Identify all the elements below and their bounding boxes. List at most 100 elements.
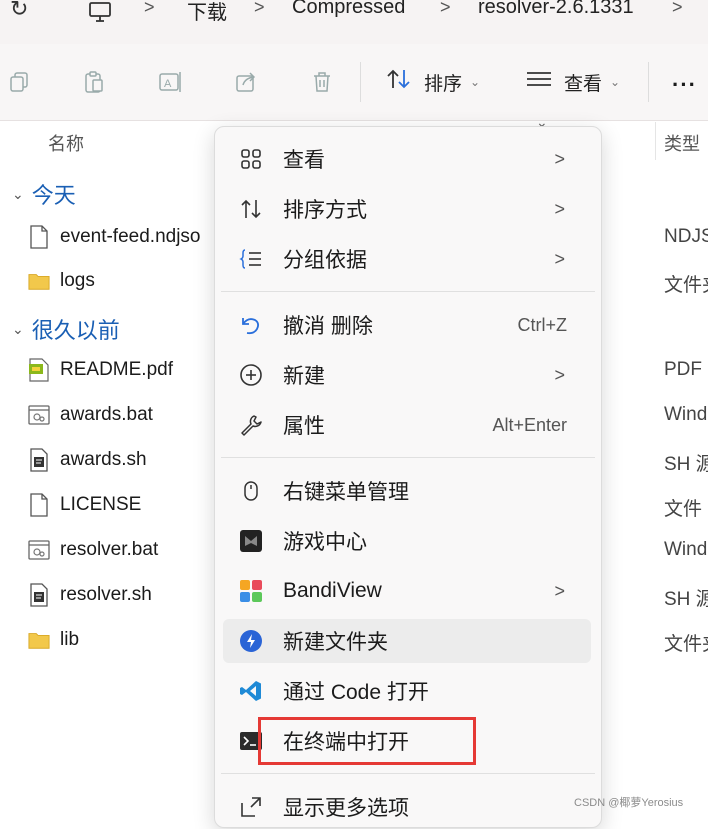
group-header-today[interactable]: ⌄ 今天 bbox=[12, 178, 76, 210]
mouse-icon bbox=[237, 477, 265, 505]
toolbar-divider bbox=[360, 62, 361, 102]
menu-item-label: 右键菜单管理 bbox=[283, 481, 409, 504]
menu-item-properties[interactable]: 属性 Alt+Enter bbox=[223, 403, 591, 447]
menu-item-label: BandiView bbox=[283, 579, 382, 602]
view-label: 查看 bbox=[564, 73, 603, 95]
menu-item-new-folder[interactable]: 新建文件夹 bbox=[223, 619, 591, 663]
menu-separator bbox=[221, 773, 595, 774]
file-name: awards.bat bbox=[60, 404, 153, 425]
pdf-icon bbox=[28, 358, 50, 382]
file-icon bbox=[28, 493, 50, 517]
wrench-icon bbox=[237, 411, 265, 439]
watermark: CSDN @椰萝Yerosius bbox=[574, 797, 684, 809]
menu-item-game-center[interactable]: 游戏中心 bbox=[223, 519, 591, 563]
copy-icon[interactable] bbox=[8, 70, 32, 94]
list-view-icon bbox=[526, 69, 552, 95]
menu-item-label: 新建 bbox=[283, 365, 325, 388]
chevron-right-icon: > bbox=[554, 364, 565, 385]
folder-icon bbox=[28, 628, 50, 652]
menu-item-label: 分组依据 bbox=[283, 249, 367, 272]
paste-icon[interactable] bbox=[82, 70, 106, 94]
highlight-box bbox=[258, 717, 476, 765]
file-row[interactable]: logs bbox=[28, 268, 95, 294]
file-name: event-feed.ndjso bbox=[60, 226, 201, 247]
file-name: logs bbox=[60, 270, 95, 291]
chevron-down-icon: ⌄ bbox=[610, 75, 621, 89]
group-header-long-ago[interactable]: ⌄ 很久以前 bbox=[12, 313, 120, 345]
chevron-right-icon: > bbox=[554, 248, 565, 269]
bandiview-icon bbox=[237, 577, 265, 605]
column-header-type[interactable]: 类型 bbox=[664, 130, 700, 156]
bat-icon bbox=[28, 403, 50, 427]
svg-text:A: A bbox=[164, 78, 172, 90]
delete-icon[interactable] bbox=[310, 70, 334, 94]
chevron-right-icon: > bbox=[554, 198, 565, 219]
menu-item-label: 通过 Code 打开 bbox=[283, 681, 429, 704]
column-divider[interactable] bbox=[655, 122, 656, 160]
chevron-down-icon: ⌄ bbox=[12, 185, 24, 202]
breadcrumb-resolver[interactable]: resolver-2.6.1331 bbox=[478, 0, 634, 19]
file-row[interactable]: resolver.sh bbox=[28, 582, 152, 608]
file-name: lib bbox=[60, 629, 80, 650]
menu-item-label: 排序方式 bbox=[283, 199, 367, 222]
breadcrumb-separator[interactable]: > bbox=[144, 0, 155, 18]
bat-icon bbox=[28, 538, 50, 562]
chevron-down-icon: ⌄ bbox=[12, 320, 24, 337]
breadcrumb-separator[interactable]: > bbox=[672, 0, 683, 18]
menu-item-sort-by[interactable]: 排序方式 > bbox=[223, 187, 591, 231]
file-name: resolver.bat bbox=[60, 539, 159, 560]
menu-item-label: 属性 bbox=[283, 415, 325, 438]
address-bar: ↻ > 下载 > Compressed > resolver-2.6.1331 … bbox=[0, 0, 708, 44]
file-type: SH 源 bbox=[664, 454, 708, 475]
breadcrumb-separator[interactable]: > bbox=[254, 0, 265, 18]
file-name: README.pdf bbox=[60, 359, 173, 380]
share-icon[interactable] bbox=[234, 70, 258, 94]
this-pc-icon[interactable] bbox=[88, 2, 112, 30]
file-icon bbox=[28, 225, 50, 249]
file-type: Wind bbox=[664, 404, 708, 425]
menu-item-open-with-code[interactable]: 通过 Code 打开 bbox=[223, 669, 591, 713]
menu-item-context-menu-manager[interactable]: 右键菜单管理 bbox=[223, 469, 591, 513]
breadcrumb-downloads[interactable]: 下载 bbox=[187, 0, 227, 25]
file-type: NDJS bbox=[664, 226, 708, 247]
column-header-name[interactable]: 名称 bbox=[48, 130, 84, 156]
file-row[interactable]: README.pdf bbox=[28, 357, 173, 383]
view-button[interactable]: 查看 ⌄ bbox=[526, 66, 620, 98]
refresh-icon[interactable]: ↻ bbox=[10, 0, 28, 22]
menu-item-bandiview[interactable]: BandiView > bbox=[223, 569, 591, 613]
file-row[interactable]: awards.sh bbox=[28, 447, 147, 473]
chevron-right-icon: > bbox=[554, 148, 565, 169]
breadcrumb-separator[interactable]: > bbox=[440, 0, 451, 18]
menu-separator bbox=[221, 291, 595, 292]
breadcrumb-compressed[interactable]: Compressed bbox=[292, 0, 405, 19]
file-row[interactable]: lib bbox=[28, 627, 79, 653]
menu-item-undo-delete[interactable]: 撤消 删除 Ctrl+Z bbox=[223, 303, 591, 347]
file-row[interactable]: LICENSE bbox=[28, 492, 141, 518]
menu-separator bbox=[221, 457, 595, 458]
new-folder-icon bbox=[237, 627, 265, 655]
shortcut-label: Ctrl+Z bbox=[517, 314, 568, 335]
file-name: LICENSE bbox=[60, 494, 142, 515]
menu-item-show-more-options[interactable]: 显示更多选项 bbox=[223, 785, 591, 829]
sort-icon bbox=[237, 195, 265, 223]
group-list-icon bbox=[237, 245, 265, 273]
menu-item-new[interactable]: 新建 > bbox=[223, 353, 591, 397]
menu-item-view[interactable]: 查看 > bbox=[223, 137, 591, 181]
group-label: 今天 bbox=[31, 183, 76, 208]
sh-icon bbox=[28, 448, 50, 472]
file-type: 文件 bbox=[664, 499, 703, 520]
menu-item-label: 新建文件夹 bbox=[283, 631, 388, 654]
more-options-button[interactable]: ··· bbox=[672, 72, 697, 98]
shortcut-label: Alt+Enter bbox=[492, 414, 567, 435]
file-row[interactable]: resolver.bat bbox=[28, 537, 158, 563]
group-label: 很久以前 bbox=[31, 318, 120, 343]
rename-icon[interactable]: A bbox=[158, 70, 182, 94]
chevron-right-icon: > bbox=[554, 580, 565, 601]
menu-item-group-by[interactable]: 分组依据 > bbox=[223, 237, 591, 281]
file-row[interactable]: event-feed.ndjso bbox=[28, 224, 201, 250]
grid-view-icon bbox=[237, 145, 265, 173]
file-row[interactable]: awards.bat bbox=[28, 402, 153, 428]
command-bar: A 排序 ⌄ 查看 ⌄ ··· bbox=[0, 44, 708, 121]
file-type: 文件夹 bbox=[664, 275, 708, 296]
sort-button[interactable]: 排序 ⌄ bbox=[386, 66, 480, 98]
